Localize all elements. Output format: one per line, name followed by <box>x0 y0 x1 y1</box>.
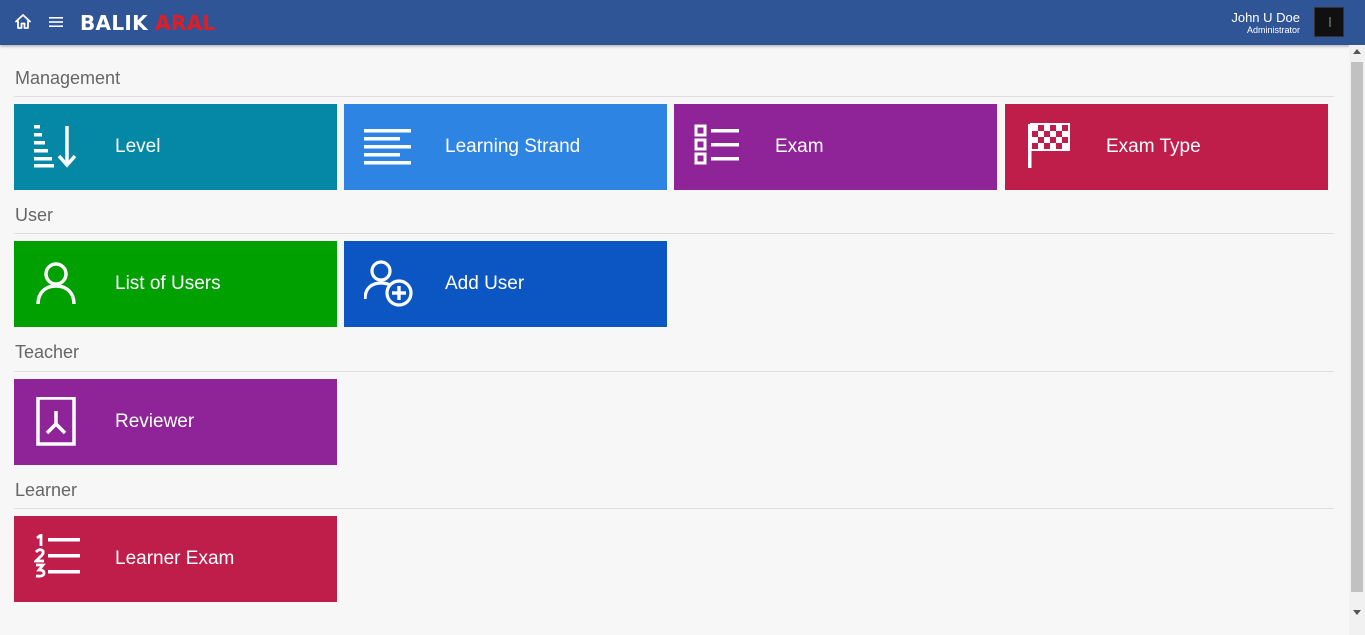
tile-label: Learning Strand <box>445 136 581 157</box>
tile-label: Exam <box>775 136 824 157</box>
user-icon <box>34 259 84 309</box>
home-icon[interactable] <box>13 12 33 32</box>
tile-add-user[interactable]: Add User <box>344 241 667 327</box>
section-divider <box>14 508 1334 509</box>
section-title-learner: Learner <box>15 480 78 500</box>
section-divider <box>14 96 1334 97</box>
checkered-flag-icon <box>1025 122 1075 172</box>
tile-label: Reviewer <box>115 411 195 432</box>
tile-label: Level <box>115 136 161 157</box>
sort-descending-icon <box>34 122 84 172</box>
tile-label: Add User <box>445 273 525 294</box>
section-title-user: User <box>15 205 54 225</box>
section-divider <box>14 233 1334 234</box>
user-name: John U Doe <box>1231 10 1300 25</box>
checklist-icon <box>694 122 744 172</box>
section-title-teacher: Teacher <box>15 342 80 362</box>
tile-exam-type[interactable]: Exam Type <box>1005 104 1328 190</box>
pdf-document-icon <box>34 396 84 447</box>
section-title-management: Management <box>15 68 121 88</box>
scrollbar-thumb[interactable] <box>1351 62 1363 592</box>
top-navbar: BALIK ARAL John U Doe Administrator <box>0 0 1365 45</box>
align-lines-icon <box>364 122 414 172</box>
section-divider <box>14 371 1334 372</box>
tile-list-of-users[interactable]: List of Users <box>14 241 337 327</box>
tile-learning-strand[interactable]: Learning Strand <box>344 104 667 190</box>
tile-level[interactable]: Level <box>14 104 337 190</box>
user-info[interactable]: John U Doe Administrator <box>1231 10 1300 36</box>
scroll-down-arrow-icon[interactable] <box>1353 610 1361 615</box>
hamburger-menu-icon[interactable] <box>47 13 65 31</box>
tile-label: Learner Exam <box>115 548 235 569</box>
scroll-up-arrow-icon[interactable] <box>1353 49 1361 54</box>
tile-reviewer[interactable]: Reviewer <box>14 379 337 465</box>
tile-label: Exam Type <box>1106 136 1201 157</box>
tile-learner-exam[interactable]: Learner Exam <box>14 516 337 602</box>
brand-logo[interactable]: BALIK ARAL <box>80 10 215 36</box>
numbered-list-icon <box>32 532 84 584</box>
user-role: Administrator <box>1246 25 1300 35</box>
brand-text-primary: BALIK <box>80 11 148 35</box>
avatar[interactable] <box>1314 7 1344 37</box>
tile-exam[interactable]: Exam <box>674 104 997 190</box>
brand-text-accent: ARAL <box>155 11 216 35</box>
tile-label: List of Users <box>115 273 221 294</box>
add-user-icon <box>363 259 414 309</box>
